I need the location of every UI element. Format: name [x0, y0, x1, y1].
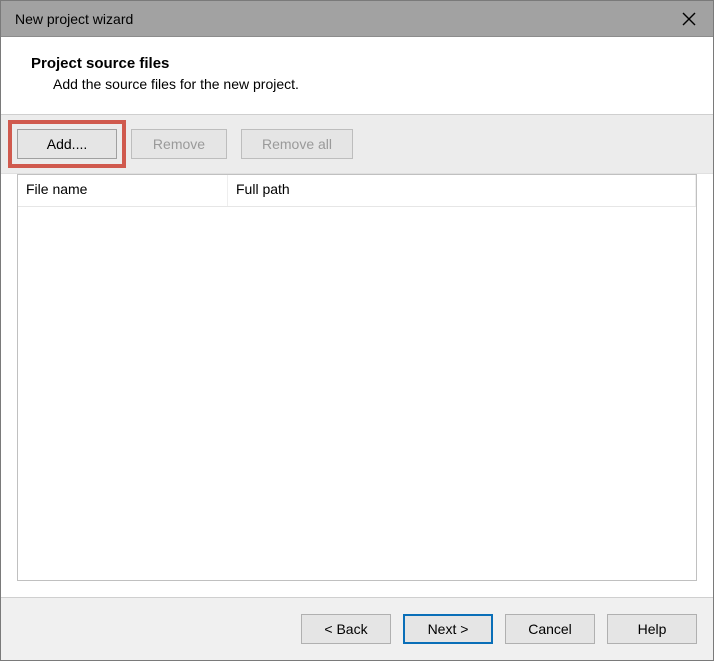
close-icon — [682, 12, 696, 26]
wizard-window: New project wizard Project source files … — [0, 0, 714, 661]
wizard-footer: < Back Next > Cancel Help — [1, 598, 713, 660]
toolbar: Add.... Remove Remove all — [1, 115, 713, 174]
help-button[interactable]: Help — [607, 614, 697, 644]
column-header-filename[interactable]: File name — [18, 175, 228, 206]
page-subtitle: Add the source files for the new project… — [31, 76, 689, 92]
page-title: Project source files — [31, 55, 689, 72]
close-button[interactable] — [665, 1, 713, 37]
back-button[interactable]: < Back — [301, 614, 391, 644]
table-body — [18, 207, 696, 580]
file-table: File name Full path — [17, 174, 697, 581]
table-header: File name Full path — [18, 175, 696, 207]
next-button[interactable]: Next > — [403, 614, 493, 644]
column-header-fullpath[interactable]: Full path — [228, 175, 696, 206]
wizard-header: Project source files Add the source file… — [1, 37, 713, 115]
add-button[interactable]: Add.... — [17, 129, 117, 159]
cancel-button[interactable]: Cancel — [505, 614, 595, 644]
window-title: New project wizard — [15, 11, 133, 27]
titlebar: New project wizard — [1, 1, 713, 37]
remove-all-button[interactable]: Remove all — [241, 129, 353, 159]
add-button-highlight: Add.... — [12, 124, 122, 164]
remove-button[interactable]: Remove — [131, 129, 227, 159]
